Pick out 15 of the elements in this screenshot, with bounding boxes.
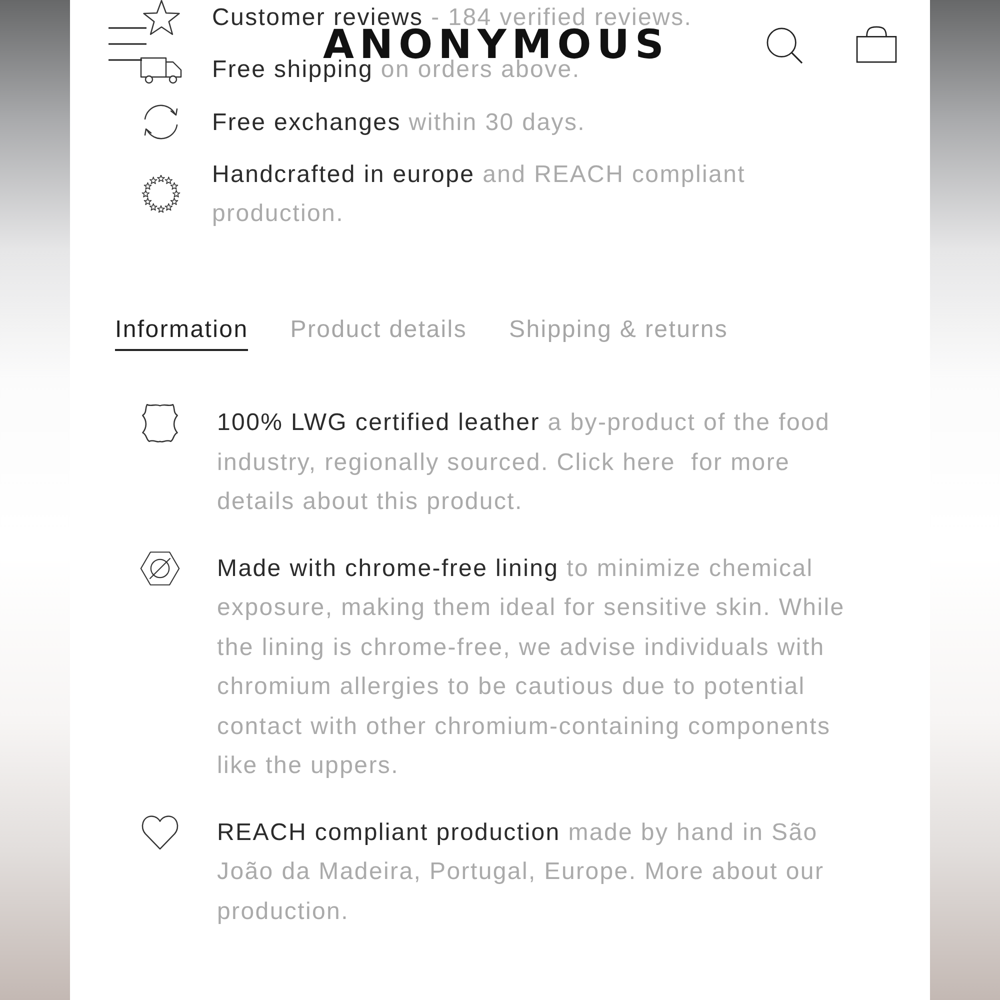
truck-icon [140,56,182,84]
tab[interactable]: Information [115,315,248,351]
detail-text: 100% LWG certified leather a by-product of the food industry, regionally sourced. Click here for more details about this product. [217,408,832,517]
detail-text: Made with chrome-free lining to minimize chemical exposure, making them ideal for sensitive skin. While the lining is chrome-free, we advise individuals with chromium allergies to be cautious due to potential contact with other chromium-containing components like the uppers. [217,554,846,781]
heart-icon [140,815,180,850]
star-icon [142,0,180,35]
leather-hide-icon [141,403,179,443]
bag-icon[interactable] [856,26,897,63]
detail-text: REACH compliant production made by hand in São João da Madeira, Portugal, Europe. More about our production. [217,818,826,926]
search-icon[interactable] [766,27,803,64]
star-ring-icon [141,175,181,213]
menu-icon[interactable] [108,27,147,61]
feature-text: Free exchanges within 30 days. [212,108,587,138]
feature-text: Handcrafted in europe and REACH compliant production. [212,160,746,229]
crossed-circle-hexagon-icon [140,550,180,587]
